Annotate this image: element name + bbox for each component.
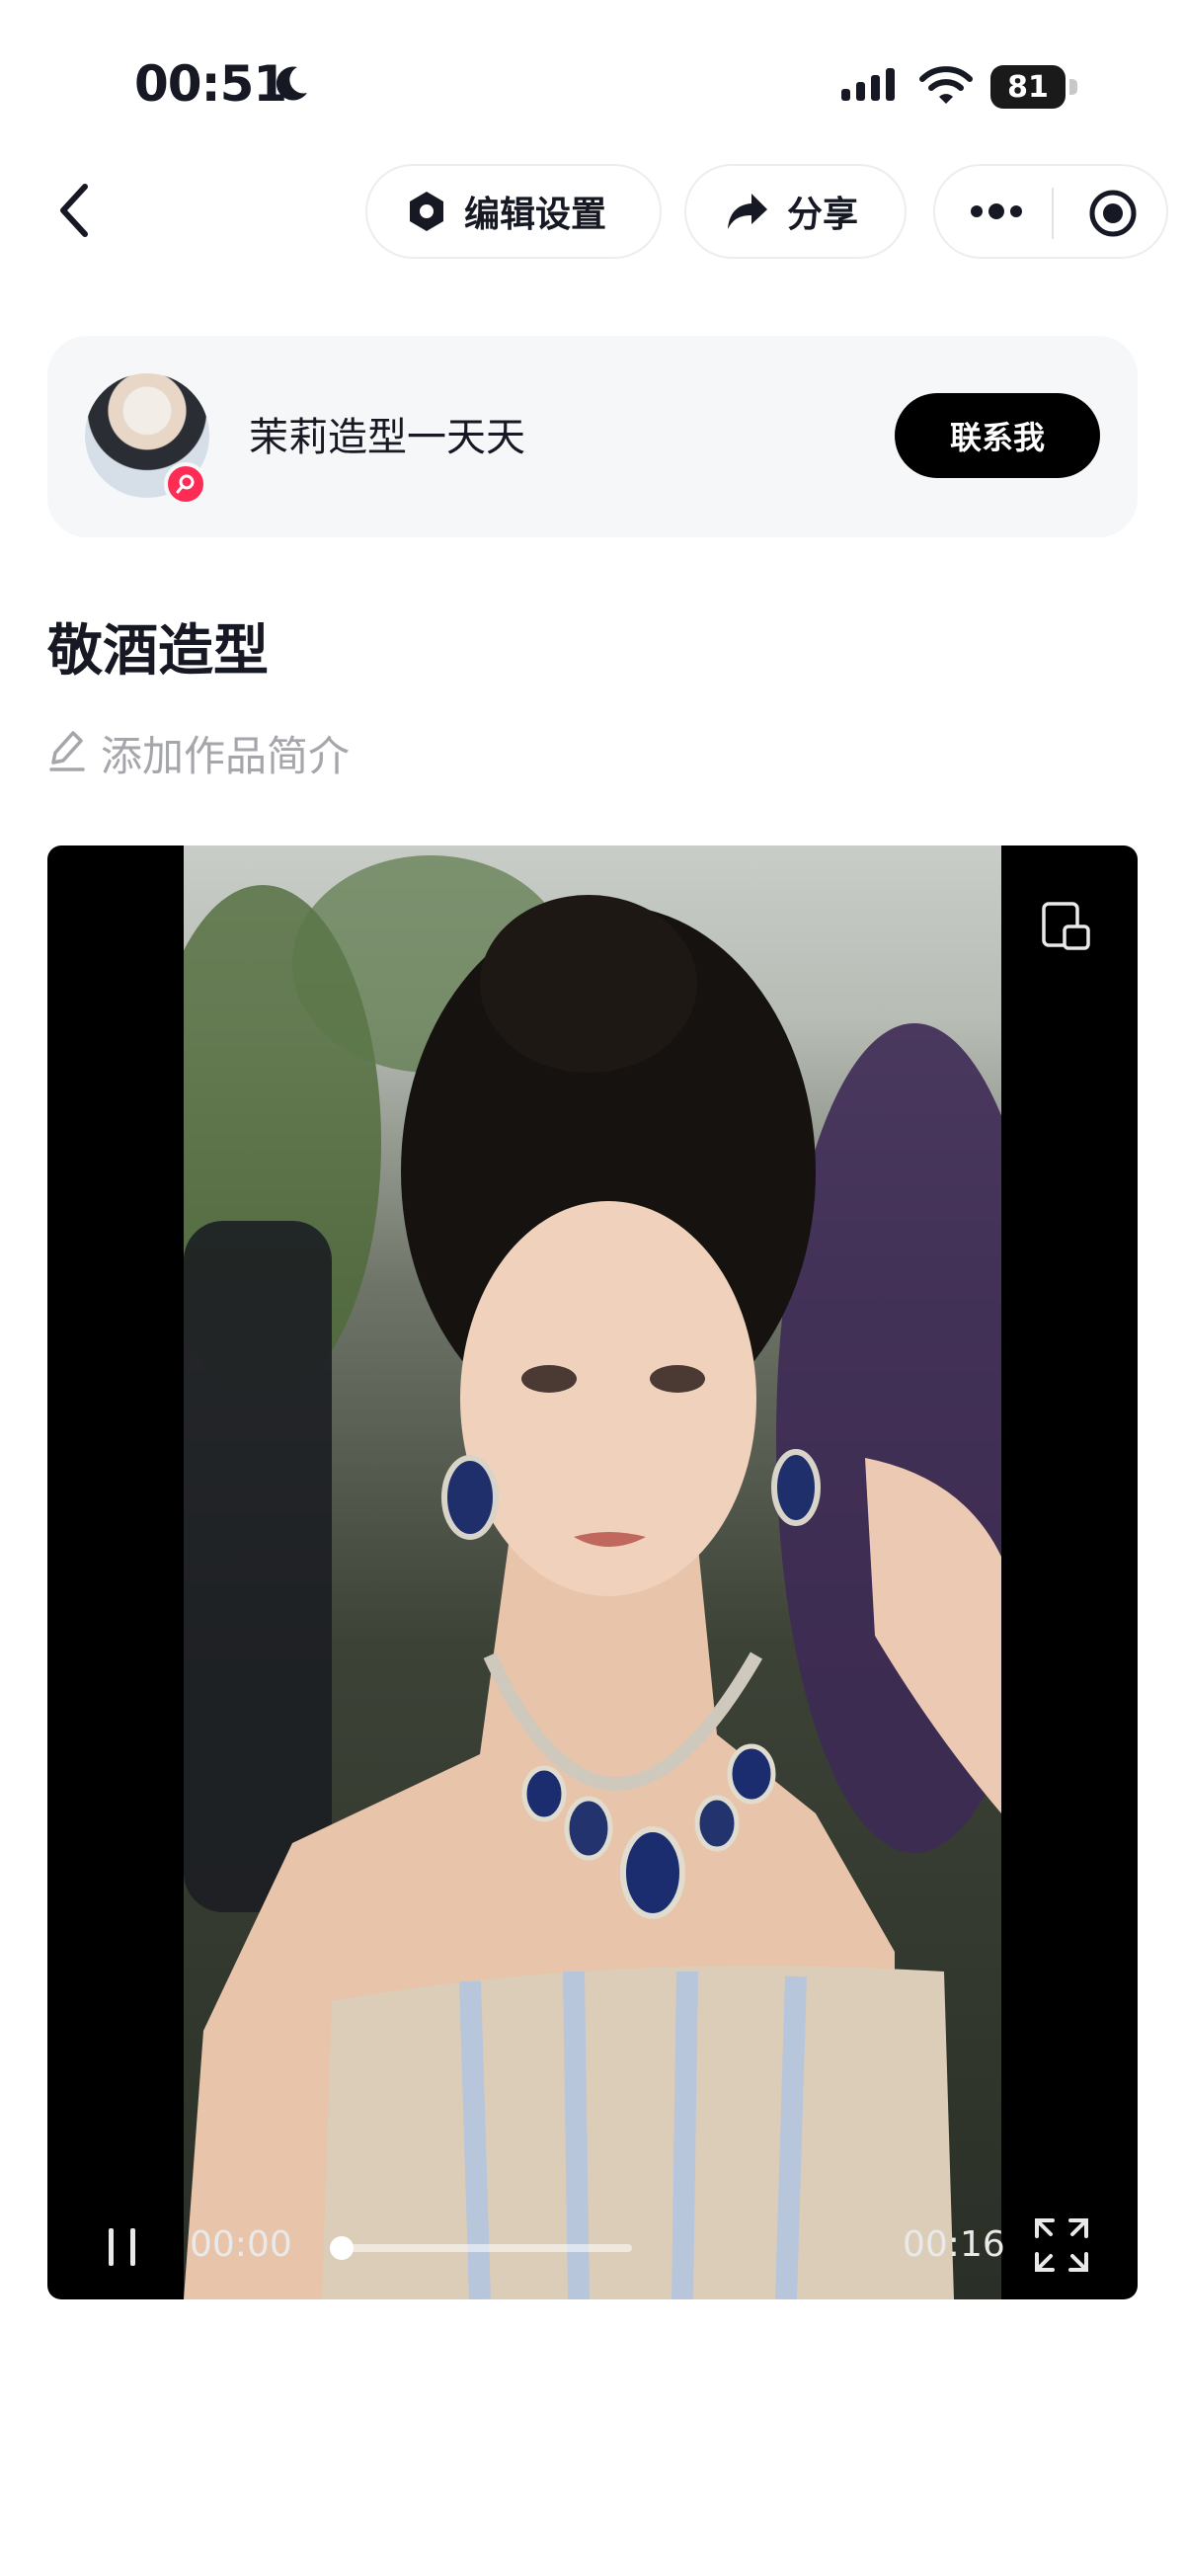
contact-me-button[interactable]: 联系我 (895, 393, 1100, 478)
search-badge-icon (164, 462, 207, 506)
edit-settings-label: 编辑设置 (464, 195, 607, 235)
current-time: 00:00 (190, 2224, 292, 2265)
post-title: 敬酒造型 (47, 619, 269, 684)
mini-window-icon[interactable] (1041, 901, 1092, 952)
video-player[interactable]: 00:00 00:16 (47, 845, 1138, 2299)
more-dots-icon[interactable] (969, 196, 1024, 227)
status-time: 00:51 (134, 55, 287, 113)
author-card[interactable]: 茉莉造型一天天 联系我 (47, 336, 1138, 537)
settings-hex-icon (410, 192, 443, 231)
progress-thumb[interactable] (330, 2236, 354, 2260)
edit-settings-button[interactable]: 编辑设置 (365, 164, 662, 259)
cellular-signal-icon (841, 68, 895, 101)
capsule-menu (933, 164, 1168, 259)
video-controls: 00:00 00:16 (47, 2209, 1138, 2278)
video-frame-image (184, 845, 1001, 2299)
back-chevron-icon[interactable] (51, 181, 101, 240)
total-time: 00:16 (903, 2224, 1005, 2265)
wifi-icon (919, 66, 973, 104)
pencil-icon[interactable] (47, 727, 87, 772)
battery-icon: 81 (990, 65, 1077, 109)
add-description-link[interactable]: 添加作品简介 (101, 723, 350, 783)
battery-level: 81 (990, 65, 1066, 109)
share-label: 分享 (787, 195, 859, 235)
moon-icon (276, 66, 307, 101)
progress-track[interactable] (330, 2236, 632, 2260)
fullscreen-icon[interactable] (1033, 2216, 1090, 2274)
share-button[interactable]: 分享 (684, 164, 907, 259)
share-arrow-icon (728, 194, 767, 229)
pause-icon[interactable] (107, 2226, 138, 2268)
author-name[interactable]: 茉莉造型一天天 (249, 405, 525, 462)
record-target-icon[interactable] (1087, 188, 1139, 239)
